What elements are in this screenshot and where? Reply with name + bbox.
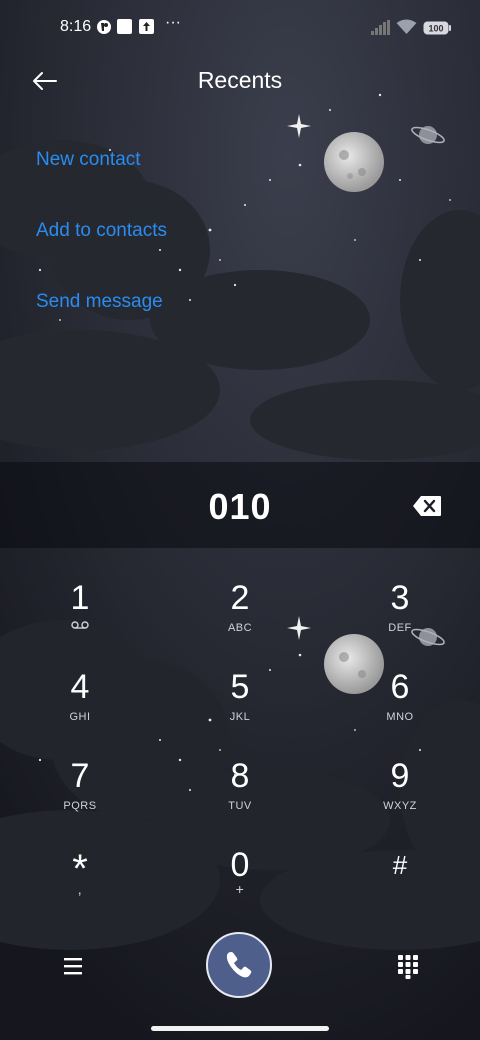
square-app-icon bbox=[117, 19, 132, 39]
key-hash[interactable]: # bbox=[340, 845, 460, 925]
key-letters: MNO bbox=[386, 711, 414, 723]
key-digit: 8 bbox=[230, 757, 250, 795]
key-letters: PQRS bbox=[63, 800, 97, 812]
key-letters: WXYZ bbox=[383, 800, 417, 812]
key-letters: , bbox=[77, 881, 83, 897]
key-7[interactable]: 7 PQRS bbox=[20, 756, 140, 836]
dialed-number: 010 bbox=[208, 486, 272, 527]
key-digit: 5 bbox=[230, 668, 250, 706]
add-to-contacts-link[interactable]: Add to contacts bbox=[36, 220, 167, 242]
key-digit: 6 bbox=[390, 668, 410, 706]
key-3[interactable]: 3 DEF bbox=[340, 578, 460, 658]
key-letters: ABC bbox=[227, 622, 253, 634]
home-indicator[interactable] bbox=[151, 1026, 329, 1031]
key-letters: GHI bbox=[69, 711, 91, 723]
menu-button[interactable] bbox=[62, 955, 86, 977]
key-letters: JKL bbox=[229, 711, 251, 723]
voicemail-icon bbox=[20, 620, 140, 633]
key-digit: # bbox=[392, 850, 408, 880]
key-8[interactable]: 8 TUV bbox=[180, 756, 300, 836]
call-button[interactable] bbox=[206, 932, 272, 998]
backspace-icon bbox=[413, 496, 441, 516]
upload-icon bbox=[139, 19, 154, 39]
page-title: Recents bbox=[197, 67, 283, 93]
key-4[interactable]: 4 GHI bbox=[20, 667, 140, 747]
key-digit: 9 bbox=[390, 757, 410, 795]
key-digit: 7 bbox=[70, 757, 90, 795]
status-bar: 8:16 ··· 100 bbox=[0, 0, 480, 56]
key-0[interactable]: 0 + bbox=[180, 845, 300, 925]
key-6[interactable]: 6 MNO bbox=[340, 667, 460, 747]
key-letters: + bbox=[235, 881, 245, 897]
key-star[interactable]: * , bbox=[20, 845, 140, 925]
key-5[interactable]: 5 JKL bbox=[180, 667, 300, 747]
notification-icon bbox=[96, 19, 112, 40]
key-digit: 3 bbox=[390, 579, 410, 617]
key-digit: 0 bbox=[230, 846, 250, 884]
key-2[interactable]: 2 ABC bbox=[180, 578, 300, 658]
key-1[interactable]: 1 bbox=[20, 578, 140, 658]
battery-level: 100 bbox=[428, 24, 443, 34]
key-letters: DEF bbox=[388, 622, 412, 634]
battery-icon: 100 bbox=[423, 21, 451, 40]
wifi-icon bbox=[396, 19, 417, 40]
dialpad-icon bbox=[398, 955, 418, 979]
key-letters: TUV bbox=[228, 800, 252, 812]
key-digit: 4 bbox=[70, 668, 90, 706]
status-time: 8:16 bbox=[60, 18, 92, 35]
key-9[interactable]: 9 WXYZ bbox=[340, 756, 460, 836]
dialpad-button[interactable] bbox=[396, 953, 420, 979]
more-notifications-icon: ··· bbox=[165, 14, 181, 31]
signal-icon bbox=[371, 20, 391, 40]
phone-icon bbox=[226, 952, 252, 978]
menu-icon bbox=[64, 958, 82, 975]
send-message-link[interactable]: Send message bbox=[36, 291, 163, 313]
key-digit: 1 bbox=[70, 579, 90, 617]
backspace-button[interactable] bbox=[412, 495, 442, 517]
key-digit: 2 bbox=[230, 579, 250, 617]
new-contact-link[interactable]: New contact bbox=[36, 149, 141, 171]
